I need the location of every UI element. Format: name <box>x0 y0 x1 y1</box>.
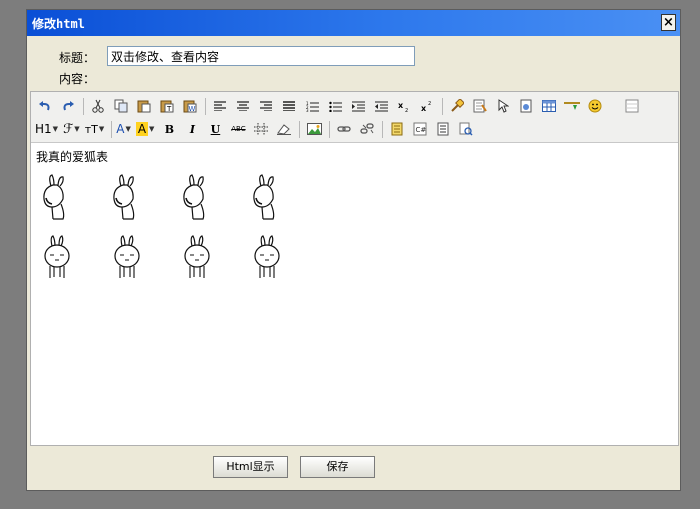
select-all-icon[interactable] <box>470 96 490 116</box>
toolbar-row-1: T W 123 x2 x2 <box>35 94 645 118</box>
toolbar-separator <box>299 120 301 138</box>
italic-button[interactable]: I <box>182 119 202 139</box>
fullscreen-icon[interactable] <box>622 96 642 116</box>
chevron-down-icon: ▼ <box>74 125 80 133</box>
chevron-down-icon: ▼ <box>52 125 59 133</box>
emoticon-icon[interactable] <box>585 96 605 116</box>
template-icon[interactable] <box>387 119 407 139</box>
title-label: 标题： <box>59 51 96 65</box>
code-icon[interactable]: C# <box>410 119 430 139</box>
svg-text:C#: C# <box>416 126 427 134</box>
outdent-icon[interactable] <box>371 96 391 116</box>
toolbar-separator <box>205 97 206 115</box>
font-color-label: A <box>116 122 125 136</box>
rich-text-editor: T W 123 x2 x2 H1 ▼ ℱ ▼ тT ▼ A ▼ A ▼ B I … <box>30 91 679 446</box>
rabbit-sticker-image <box>183 174 205 220</box>
toolbar-row-2: H1 ▼ ℱ ▼ тT ▼ A ▼ A ▼ B I U ABC C# <box>35 117 479 141</box>
font-color-dropdown[interactable]: A ▼ <box>116 122 131 136</box>
toolbar-separator <box>111 120 113 138</box>
horizontal-rule-icon[interactable] <box>562 96 582 116</box>
select-pointer-icon[interactable] <box>493 96 513 116</box>
dialog-title: 修改html <box>32 17 85 31</box>
preview-icon[interactable] <box>456 119 476 139</box>
undo-icon[interactable] <box>35 96 55 116</box>
grid-icon[interactable] <box>251 119 271 139</box>
align-right-icon[interactable] <box>256 96 276 116</box>
font-size-label: тT <box>84 122 98 136</box>
rabbit-sticker-image <box>114 235 140 278</box>
save-button[interactable]: 保存 <box>300 456 375 478</box>
font-family-label: ℱ <box>63 121 74 137</box>
content-label: 内容： <box>59 72 96 86</box>
svg-text:3: 3 <box>306 108 309 112</box>
rabbit-sticker-image <box>253 174 275 220</box>
close-button[interactable]: × <box>661 14 676 31</box>
svg-text:x: x <box>398 101 404 110</box>
background-color-dropdown[interactable]: A ▼ <box>135 122 155 136</box>
flash-icon[interactable] <box>516 96 536 116</box>
heading-dropdown[interactable]: H1 ▼ <box>35 122 58 136</box>
svg-text:2: 2 <box>405 108 408 112</box>
chevron-down-icon: ▼ <box>149 125 155 133</box>
editor-text: 我真的爱狐表 <box>36 150 109 164</box>
paste-word-icon[interactable]: W <box>180 96 200 116</box>
svg-text:T: T <box>166 105 172 113</box>
eraser-icon[interactable] <box>274 119 294 139</box>
rabbit-sticker-image <box>44 235 70 278</box>
format-brush-icon[interactable] <box>447 96 467 116</box>
heading-label: H1 <box>35 122 52 136</box>
rabbit-sticker-image <box>254 235 280 278</box>
toolbar-separator <box>329 120 331 138</box>
background-color-label: A <box>135 122 149 136</box>
dialog-titlebar[interactable]: 修改html × <box>27 10 680 36</box>
chevron-down-icon: ▼ <box>125 125 131 133</box>
subscript-icon[interactable]: x2 <box>394 96 414 116</box>
rabbit-sticker-image <box>184 235 210 278</box>
cut-icon[interactable] <box>88 96 108 116</box>
title-input[interactable] <box>107 46 415 66</box>
bold-button[interactable]: B <box>159 119 179 139</box>
align-left-icon[interactable] <box>210 96 230 116</box>
chevron-down-icon: ▼ <box>98 125 105 133</box>
unordered-list-icon[interactable] <box>325 96 345 116</box>
align-justify-icon[interactable] <box>279 96 299 116</box>
toolbar-separator <box>382 120 384 138</box>
font-size-dropdown[interactable]: тT ▼ <box>85 123 105 136</box>
table-icon[interactable] <box>539 96 559 116</box>
underline-button[interactable]: U <box>205 119 225 139</box>
rabbit-sticker-image <box>43 174 65 220</box>
redo-icon[interactable] <box>58 96 78 116</box>
ordered-list-icon[interactable]: 123 <box>302 96 322 116</box>
edit-html-dialog: 修改html × 标题： 内容： T W 123 <box>26 9 681 491</box>
editor-toolbar: T W 123 x2 x2 H1 ▼ ℱ ▼ тT ▼ A ▼ A ▼ B I … <box>31 92 678 143</box>
rabbit-sticker-image <box>113 174 135 220</box>
image-icon[interactable] <box>304 119 324 139</box>
svg-text:W: W <box>189 105 196 113</box>
strikethrough-button[interactable]: ABC <box>228 119 248 139</box>
copy-icon[interactable] <box>111 96 131 116</box>
paste-icon[interactable] <box>134 96 154 116</box>
source-icon[interactable] <box>433 119 453 139</box>
paste-text-icon[interactable]: T <box>157 96 177 116</box>
unlink-icon[interactable] <box>357 119 377 139</box>
superscript-icon[interactable]: x2 <box>417 96 437 116</box>
font-family-dropdown[interactable]: ℱ ▼ <box>63 122 80 137</box>
html-view-button[interactable]: Html显示 <box>213 456 288 478</box>
svg-text:x: x <box>421 104 427 112</box>
toolbar-separator <box>83 97 84 115</box>
editor-content-area[interactable]: 我真的爱狐表 <box>35 148 674 441</box>
indent-icon[interactable] <box>348 96 368 116</box>
toolbar-separator <box>442 97 443 115</box>
align-center-icon[interactable] <box>233 96 253 116</box>
svg-text:2: 2 <box>428 101 431 107</box>
link-icon[interactable] <box>334 119 354 139</box>
